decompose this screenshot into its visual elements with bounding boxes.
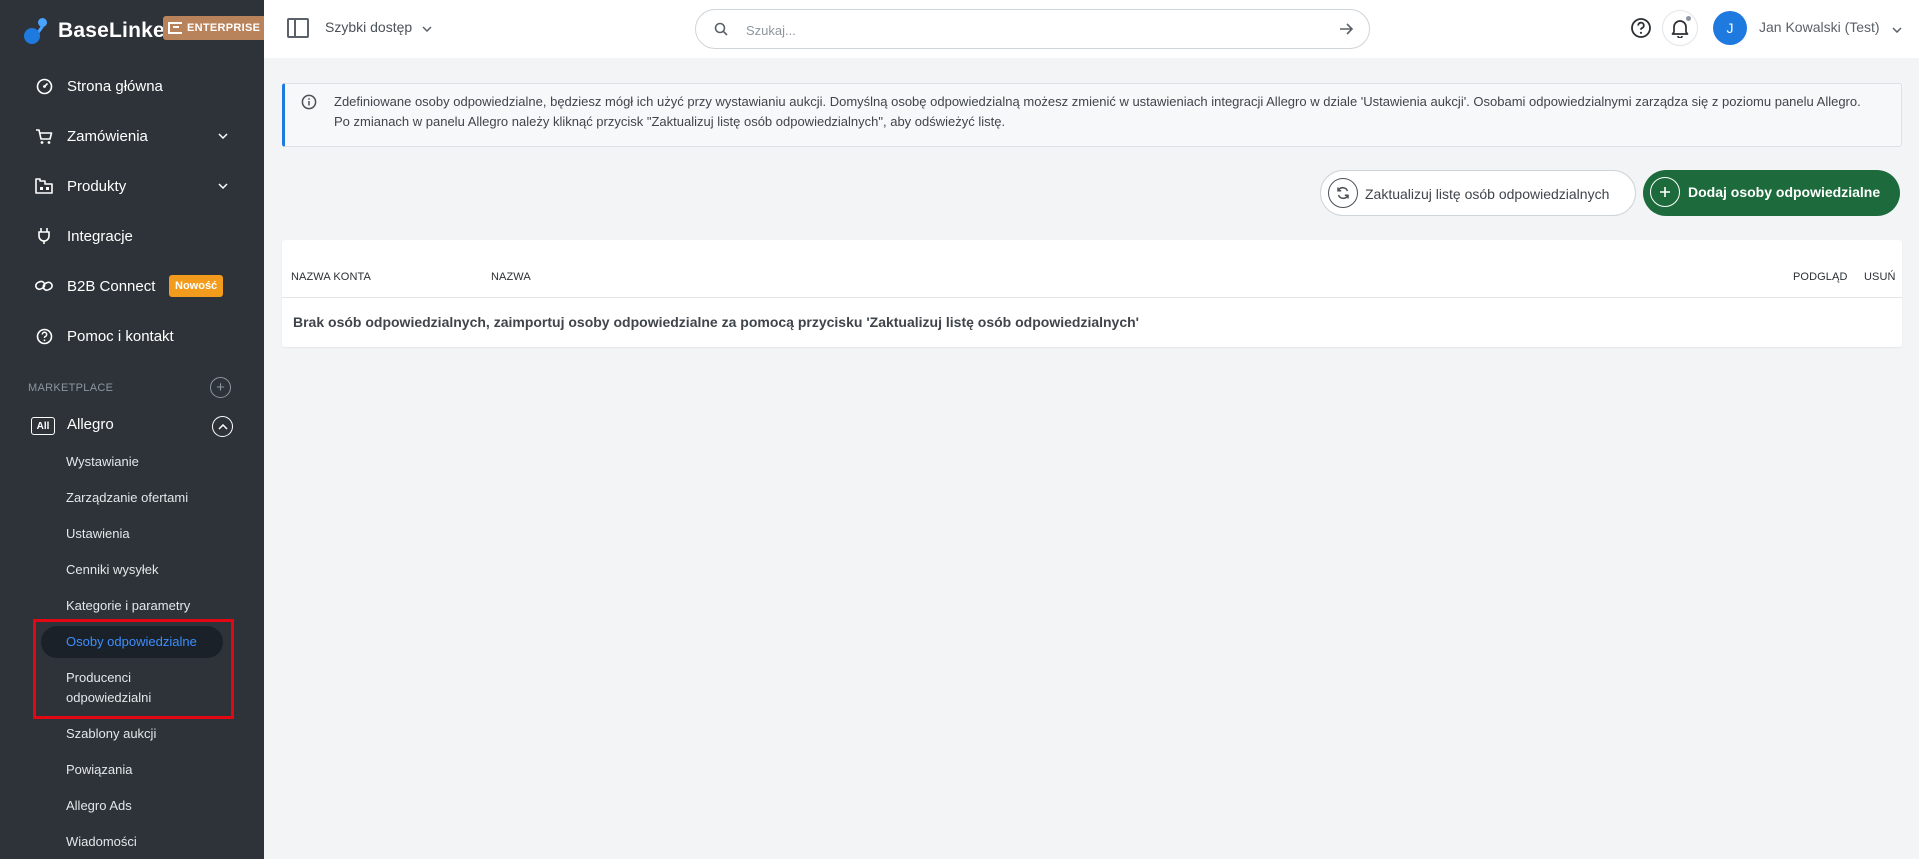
column-header-delete: USUŃ [1864,271,1896,283]
chevron-down-icon [216,179,230,193]
marketplace-label: Allegro [67,416,114,433]
new-badge: Nowość [169,275,224,297]
update-list-button[interactable]: Zaktualizuj listę osób odpowiedzialnych [1320,170,1636,216]
search-icon [714,22,728,41]
nav-item-label: Produkty [67,177,127,195]
search-box [695,9,1370,49]
nav-item-products[interactable]: Produkty [0,166,264,206]
marketplace-allegro[interactable]: All Allegro [0,406,264,444]
update-list-label: Zaktualizuj listę osób odpowiedzialnych [1365,186,1610,202]
add-marketplace-icon[interactable]: + [210,377,231,398]
info-text: Zdefiniowane osoby odpowiedzialne, będzi… [334,94,1861,129]
notifications-bell-icon[interactable] [1662,10,1698,46]
info-alert: Zdefiniowane osoby odpowiedzialne, będzi… [282,83,1902,147]
section-label-marketplace: MARKETPLACE [28,382,114,394]
quick-access-label: Szybki dostęp [325,19,413,35]
help-icon [35,327,53,345]
submenu-item-messages[interactable]: Wiadomości [66,832,137,852]
nav-item-orders[interactable]: Zamówienia [0,116,264,156]
highlight-annotation [33,619,234,719]
empty-state-message: Brak osób odpowiedzialnych, zaimportuj o… [293,314,1140,330]
submenu-item-shipping-prices[interactable]: Cenniki wysyłek [66,560,158,580]
submenu-item-connections[interactable]: Powiązania [66,760,133,780]
table-divider [282,297,1902,298]
notification-dot [1685,15,1692,22]
nav-item-label: Pomoc i kontakt [67,327,174,345]
nav-item-home[interactable]: Strona główna [0,66,264,106]
plus-icon [1650,177,1680,207]
submenu-item-settings[interactable]: Ustawienia [66,524,130,544]
quick-access-dropdown[interactable]: Szybki dostęp [325,19,432,35]
sidebar-toggle-icon[interactable] [287,18,309,38]
plan-badge: ENTERPRISE [163,16,268,40]
refresh-icon [1328,178,1358,208]
topbar: Szybki dostęp J Jan Kowalski (Test) [264,0,1919,58]
nav-item-help[interactable]: Pomoc i kontakt [0,316,264,356]
cart-icon [35,127,53,145]
link-icon [35,277,53,295]
nav-item-label: Integracje [67,227,133,245]
nav-item-label: Zamówienia [67,127,148,145]
sidebar: BaseLinker ENTERPRISE Strona główna Zamó… [0,0,268,859]
products-icon [35,177,53,195]
nav-item-label: Strona główna [67,77,163,95]
add-responsible-persons-label: Dodaj osoby odpowiedzialne [1688,184,1881,200]
submenu-item-categories[interactable]: Kategorie i parametry [66,596,190,616]
building-icon [168,22,182,34]
submenu-item-templates[interactable]: Szablony aukcji [66,724,156,744]
brand-name: BaseLinker [58,19,174,42]
chevron-up-icon[interactable] [212,416,233,437]
chevron-down-icon[interactable] [1892,20,1902,38]
add-responsible-persons-button[interactable]: Dodaj osoby odpowiedzialne [1643,170,1900,216]
submenu-item-allegro-ads[interactable]: Allegro Ads [66,796,132,816]
help-icon[interactable] [1630,17,1652,39]
plug-icon [35,227,53,245]
responsible-persons-table: NAZWA KONTA NAZWA PODGLĄD USUŃ Brak osób… [282,240,1902,347]
chevron-down-icon [422,19,432,35]
info-icon [301,94,317,115]
user-name[interactable]: Jan Kowalski (Test) [1759,19,1880,35]
avatar[interactable]: J [1713,11,1747,45]
submenu-item-offer-management[interactable]: Zarządzanie ofertami [66,488,188,508]
submenu-item-listing[interactable]: Wystawianie [66,452,139,472]
nav-item-integrations[interactable]: Integracje [0,216,264,256]
search-input[interactable] [746,19,1306,41]
column-header-preview: PODGLĄD [1793,271,1848,283]
nav-item-b2b-connect[interactable]: B2B Connect Nowość [0,266,264,306]
column-header-name[interactable]: NAZWA [491,271,531,283]
dashboard-icon [35,77,53,95]
arrow-right-icon[interactable] [1339,22,1354,41]
nav-item-label: B2B Connect [67,277,156,295]
chevron-down-icon [216,129,230,143]
baselinker-logo-icon [22,16,52,46]
column-header-account-name[interactable]: NAZWA KONTA [291,271,371,283]
all-tag: All [31,417,55,435]
plan-badge-label: ENTERPRISE [187,22,261,34]
brand-logo[interactable]: BaseLinker [22,14,173,48]
